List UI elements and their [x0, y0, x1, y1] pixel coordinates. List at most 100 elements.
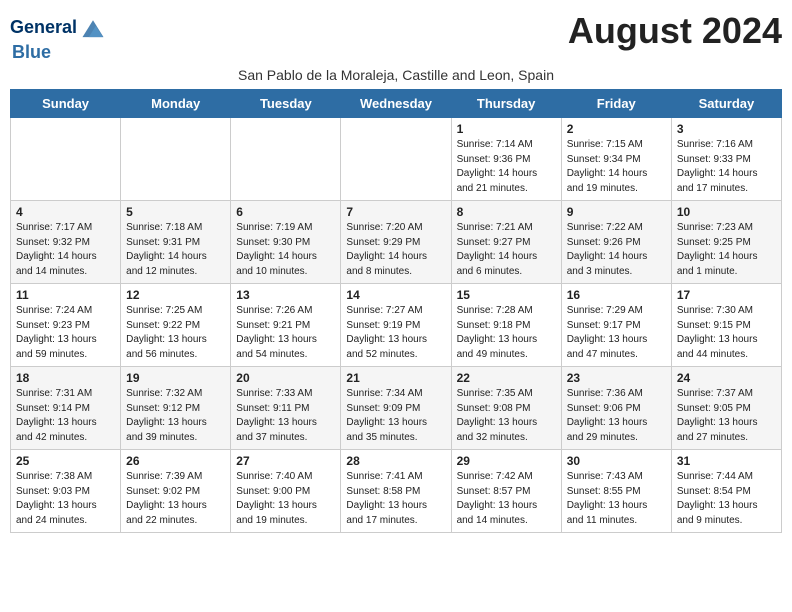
- day-info: Sunrise: 7:34 AM Sunset: 9:09 PM Dayligh…: [346, 387, 445, 445]
- day-info: Sunrise: 7:22 AM Sunset: 9:26 PM Dayligh…: [567, 221, 666, 279]
- day-info: Sunrise: 7:43 AM Sunset: 8:55 PM Dayligh…: [567, 470, 666, 528]
- logo-text: General: [10, 14, 107, 42]
- calendar-cell: 12 Sunrise: 7:25 AM Sunset: 9:22 PM Dayli…: [121, 284, 231, 367]
- calendar-cell: 11 Sunrise: 7:24 AM Sunset: 9:23 PM Dayli…: [11, 284, 121, 367]
- calendar-cell: 18 Sunrise: 7:31 AM Sunset: 9:14 PM Dayli…: [11, 367, 121, 450]
- calendar-cell: [121, 118, 231, 201]
- logo: General Blue: [10, 14, 107, 63]
- day-info: Sunrise: 7:31 AM Sunset: 9:14 PM Dayligh…: [16, 387, 115, 445]
- calendar-cell: 22 Sunrise: 7:35 AM Sunset: 9:08 PM Dayli…: [451, 367, 561, 450]
- day-number: 27: [236, 454, 335, 468]
- day-info: Sunrise: 7:41 AM Sunset: 8:58 PM Dayligh…: [346, 470, 445, 528]
- day-info: Sunrise: 7:40 AM Sunset: 9:00 PM Dayligh…: [236, 470, 335, 528]
- day-number: 29: [457, 454, 556, 468]
- day-number: 3: [677, 122, 776, 136]
- day-number: 13: [236, 288, 335, 302]
- day-info: Sunrise: 7:24 AM Sunset: 9:23 PM Dayligh…: [16, 304, 115, 362]
- calendar-cell: 24Sunrise: 7:37 AM Sunset: 9:05 PM Dayli…: [671, 367, 781, 450]
- day-info: Sunrise: 7:20 AM Sunset: 9:29 PM Dayligh…: [346, 221, 445, 279]
- day-header-saturday: Saturday: [671, 90, 781, 118]
- calendar-cell: 19 Sunrise: 7:32 AM Sunset: 9:12 PM Dayli…: [121, 367, 231, 450]
- calendar-table: SundayMondayTuesdayWednesdayThursdayFrid…: [10, 89, 782, 533]
- calendar-cell: 29 Sunrise: 7:42 AM Sunset: 8:57 PM Dayli…: [451, 450, 561, 533]
- day-number: 9: [567, 205, 666, 219]
- day-number: 15: [457, 288, 556, 302]
- day-header-sunday: Sunday: [11, 90, 121, 118]
- day-number: 21: [346, 371, 445, 385]
- day-info: Sunrise: 7:16 AM Sunset: 9:33 PM Dayligh…: [677, 138, 776, 196]
- day-number: 19: [126, 371, 225, 385]
- calendar-cell: 28 Sunrise: 7:41 AM Sunset: 8:58 PM Dayli…: [341, 450, 451, 533]
- day-info: Sunrise: 7:42 AM Sunset: 8:57 PM Dayligh…: [457, 470, 556, 528]
- calendar-cell: 15Sunrise: 7:28 AM Sunset: 9:18 PM Dayli…: [451, 284, 561, 367]
- day-number: 12: [126, 288, 225, 302]
- day-number: 23: [567, 371, 666, 385]
- month-title: August 2024: [568, 10, 782, 52]
- day-number: 6: [236, 205, 335, 219]
- day-number: 14: [346, 288, 445, 302]
- day-number: 5: [126, 205, 225, 219]
- calendar-cell: 14 Sunrise: 7:27 AM Sunset: 9:19 PM Dayli…: [341, 284, 451, 367]
- calendar-cell: 9 Sunrise: 7:22 AM Sunset: 9:26 PM Daylig…: [561, 201, 671, 284]
- day-info: Sunrise: 7:25 AM Sunset: 9:22 PM Dayligh…: [126, 304, 225, 362]
- day-header-monday: Monday: [121, 90, 231, 118]
- header: General Blue August 2024: [10, 10, 782, 63]
- calendar-cell: 30 Sunrise: 7:43 AM Sunset: 8:55 PM Dayli…: [561, 450, 671, 533]
- day-info: Sunrise: 7:37 AM Sunset: 9:05 PM Dayligh…: [677, 387, 776, 445]
- day-number: 30: [567, 454, 666, 468]
- day-info: Sunrise: 7:26 AM Sunset: 9:21 PM Dayligh…: [236, 304, 335, 362]
- day-number: 16: [567, 288, 666, 302]
- calendar-cell: 17Sunrise: 7:30 AM Sunset: 9:15 PM Dayli…: [671, 284, 781, 367]
- calendar-cell: 21 Sunrise: 7:34 AM Sunset: 9:09 PM Dayli…: [341, 367, 451, 450]
- calendar-cell: 13 Sunrise: 7:26 AM Sunset: 9:21 PM Dayli…: [231, 284, 341, 367]
- day-header-wednesday: Wednesday: [341, 90, 451, 118]
- calendar-cell: [231, 118, 341, 201]
- subtitle: San Pablo de la Moraleja, Castille and L…: [10, 67, 782, 83]
- day-number: 4: [16, 205, 115, 219]
- calendar-cell: 10 Sunrise: 7:23 AM Sunset: 9:25 PM Dayli…: [671, 201, 781, 284]
- day-info: Sunrise: 7:27 AM Sunset: 9:19 PM Dayligh…: [346, 304, 445, 362]
- calendar-cell: 2Sunrise: 7:15 AM Sunset: 9:34 PM Daylig…: [561, 118, 671, 201]
- day-number: 2: [567, 122, 666, 136]
- calendar-cell: 31 Sunrise: 7:44 AM Sunset: 8:54 PM Dayli…: [671, 450, 781, 533]
- calendar-cell: 5 Sunrise: 7:18 AM Sunset: 9:31 PM Daylig…: [121, 201, 231, 284]
- day-info: Sunrise: 7:38 AM Sunset: 9:03 PM Dayligh…: [16, 470, 115, 528]
- calendar-cell: 25 Sunrise: 7:38 AM Sunset: 9:03 PM Dayli…: [11, 450, 121, 533]
- day-info: Sunrise: 7:23 AM Sunset: 9:25 PM Dayligh…: [677, 221, 776, 279]
- day-info: Sunrise: 7:17 AM Sunset: 9:32 PM Dayligh…: [16, 221, 115, 279]
- day-info: Sunrise: 7:33 AM Sunset: 9:11 PM Dayligh…: [236, 387, 335, 445]
- day-number: 22: [457, 371, 556, 385]
- day-header-tuesday: Tuesday: [231, 90, 341, 118]
- day-info: Sunrise: 7:39 AM Sunset: 9:02 PM Dayligh…: [126, 470, 225, 528]
- day-info: Sunrise: 7:44 AM Sunset: 8:54 PM Dayligh…: [677, 470, 776, 528]
- day-info: Sunrise: 7:36 AM Sunset: 9:06 PM Dayligh…: [567, 387, 666, 445]
- day-number: 25: [16, 454, 115, 468]
- day-number: 20: [236, 371, 335, 385]
- day-info: Sunrise: 7:29 AM Sunset: 9:17 PM Dayligh…: [567, 304, 666, 362]
- day-number: 1: [457, 122, 556, 136]
- calendar-cell: [11, 118, 121, 201]
- calendar-cell: 4 Sunrise: 7:17 AM Sunset: 9:32 PM Daylig…: [11, 201, 121, 284]
- day-number: 10: [677, 205, 776, 219]
- day-number: 8: [457, 205, 556, 219]
- calendar-cell: 26 Sunrise: 7:39 AM Sunset: 9:02 PM Dayli…: [121, 450, 231, 533]
- calendar-cell: 23 Sunrise: 7:36 AM Sunset: 9:06 PM Dayli…: [561, 367, 671, 450]
- day-header-thursday: Thursday: [451, 90, 561, 118]
- day-number: 18: [16, 371, 115, 385]
- day-number: 17: [677, 288, 776, 302]
- day-number: 31: [677, 454, 776, 468]
- calendar-cell: 6 Sunrise: 7:19 AM Sunset: 9:30 PM Daylig…: [231, 201, 341, 284]
- calendar-cell: 20 Sunrise: 7:33 AM Sunset: 9:11 PM Dayli…: [231, 367, 341, 450]
- day-info: Sunrise: 7:32 AM Sunset: 9:12 PM Dayligh…: [126, 387, 225, 445]
- day-info: Sunrise: 7:21 AM Sunset: 9:27 PM Dayligh…: [457, 221, 556, 279]
- day-info: Sunrise: 7:19 AM Sunset: 9:30 PM Dayligh…: [236, 221, 335, 279]
- day-number: 11: [16, 288, 115, 302]
- calendar-cell: 7Sunrise: 7:20 AM Sunset: 9:29 PM Daylig…: [341, 201, 451, 284]
- day-number: 26: [126, 454, 225, 468]
- day-header-friday: Friday: [561, 90, 671, 118]
- day-info: Sunrise: 7:35 AM Sunset: 9:08 PM Dayligh…: [457, 387, 556, 445]
- calendar-cell: 1Sunrise: 7:14 AM Sunset: 9:36 PM Daylig…: [451, 118, 561, 201]
- calendar-cell: 27 Sunrise: 7:40 AM Sunset: 9:00 PM Dayli…: [231, 450, 341, 533]
- day-info: Sunrise: 7:18 AM Sunset: 9:31 PM Dayligh…: [126, 221, 225, 279]
- day-number: 28: [346, 454, 445, 468]
